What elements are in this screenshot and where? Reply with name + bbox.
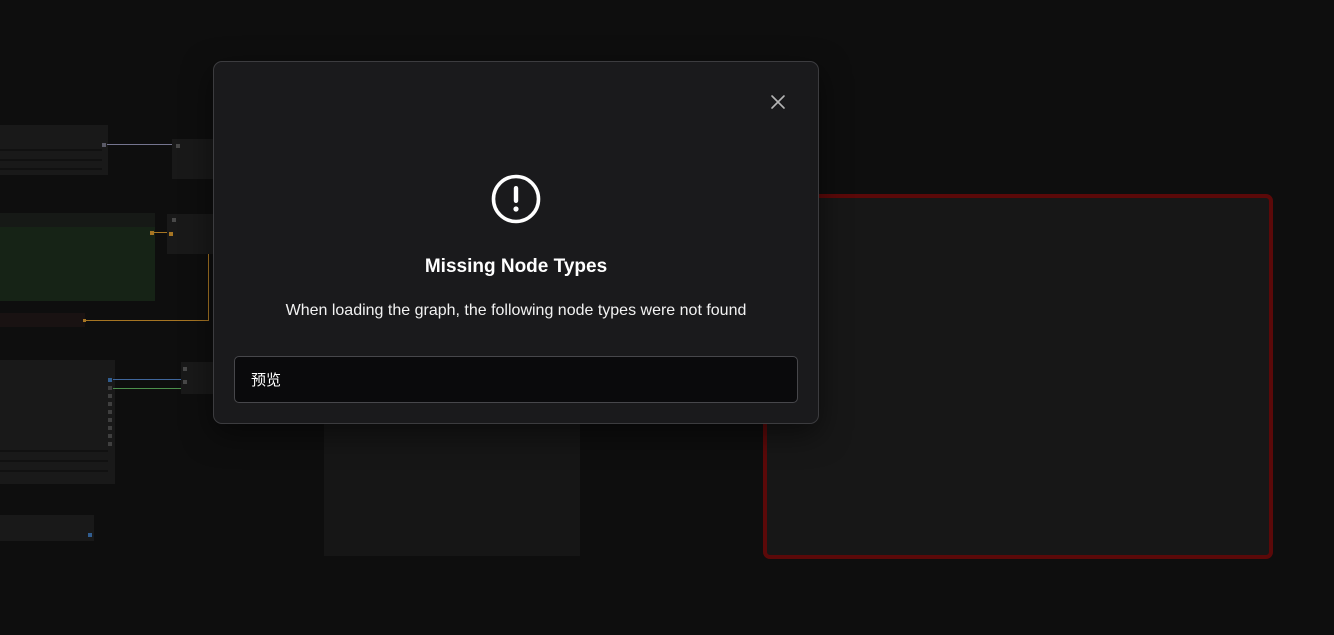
dialog-description: When loading the graph, the following no… xyxy=(285,302,747,319)
missing-node-list: 预览 xyxy=(234,356,798,403)
exclamation-circle-icon xyxy=(491,174,541,224)
missing-node-item: 预览 xyxy=(251,372,282,389)
dialog-title: Missing Node Types xyxy=(424,256,608,277)
close-button[interactable] xyxy=(768,92,788,112)
close-icon xyxy=(771,95,785,109)
missing-nodes-dialog: Missing Node Types When loading the grap… xyxy=(213,61,819,424)
